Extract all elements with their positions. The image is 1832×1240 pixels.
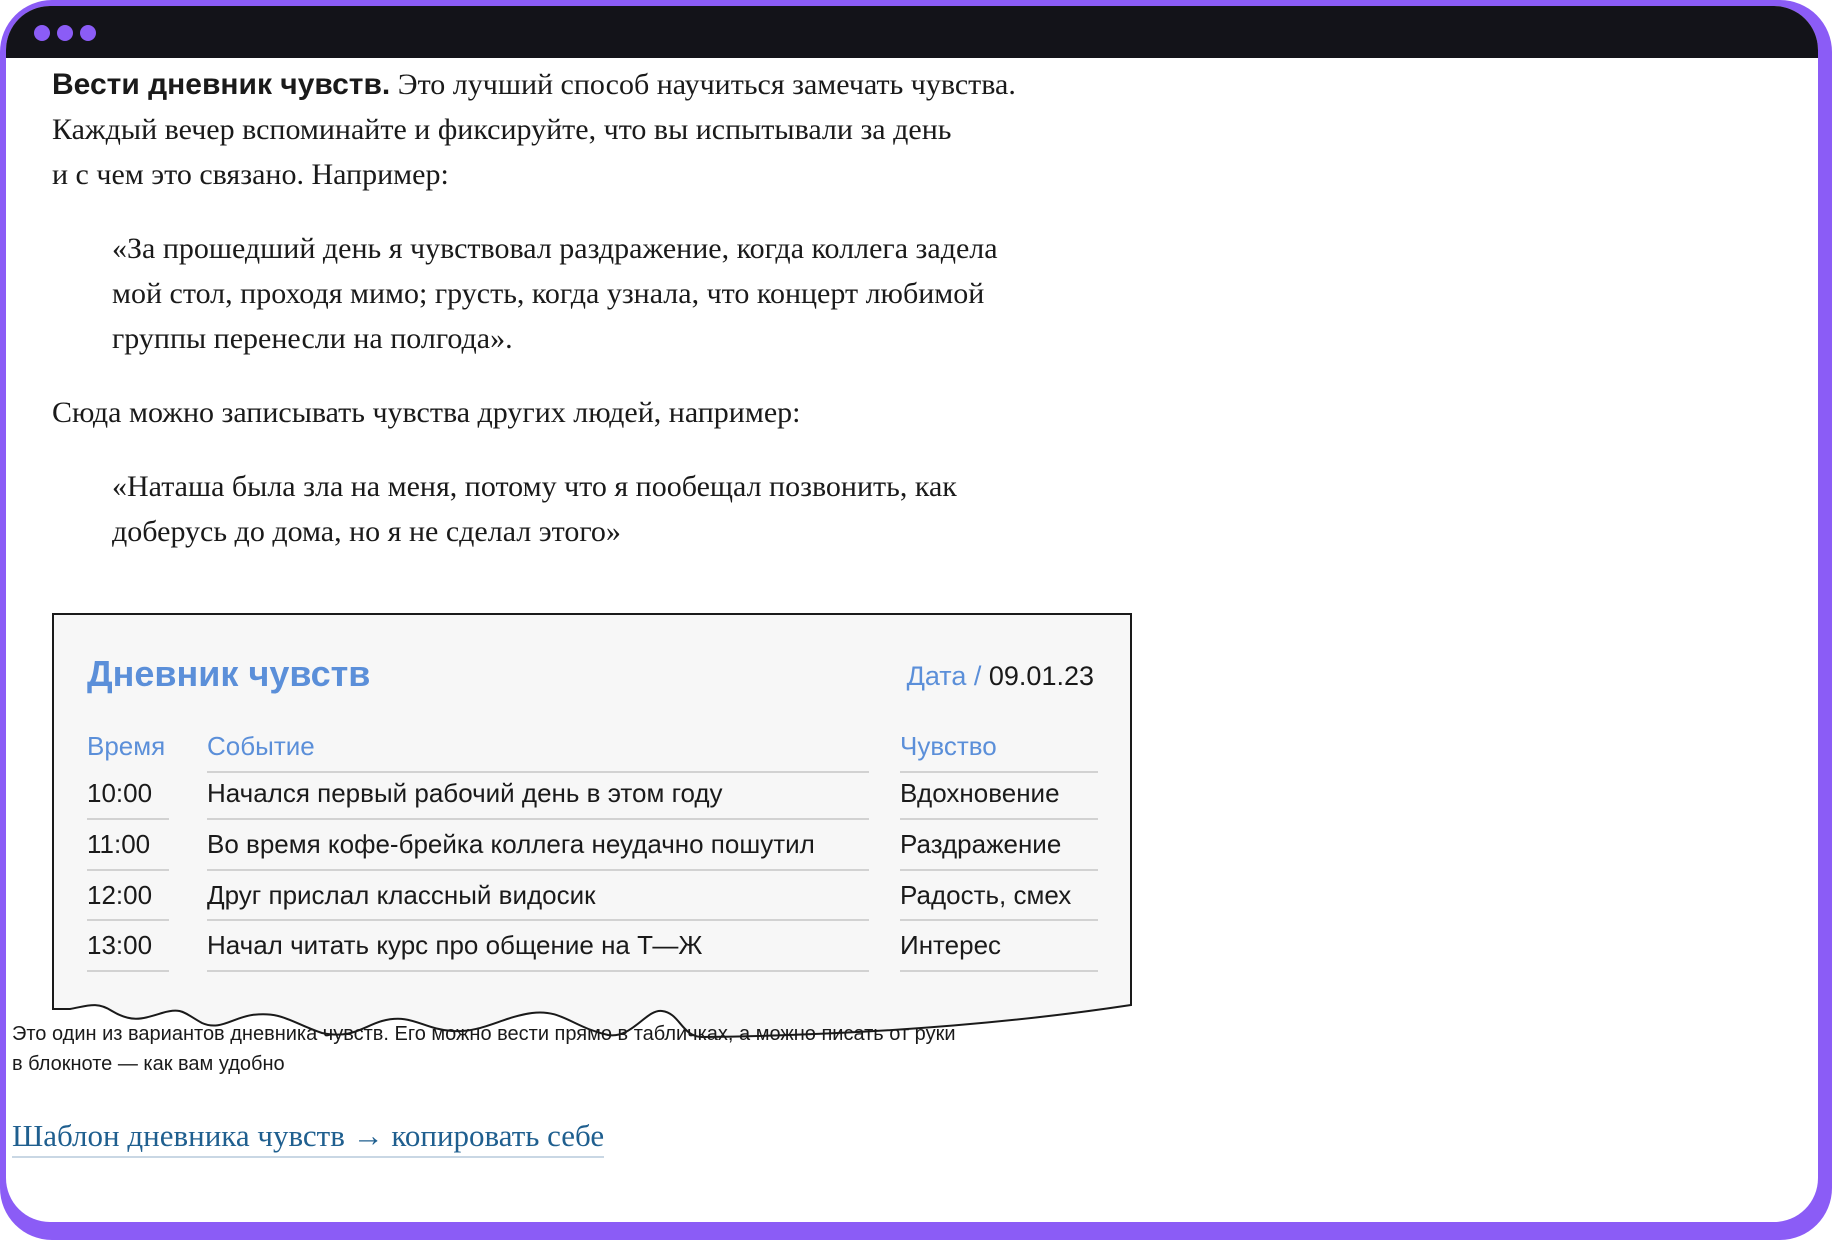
- row-divider: [900, 970, 1098, 972]
- row-divider: [900, 919, 1098, 921]
- cell-event: Во время кофе-брейка коллега неудачно по…: [207, 829, 815, 859]
- template-copy-link[interactable]: Шаблон дневника чувств → копировать себе: [12, 1118, 605, 1158]
- header-divider: [207, 771, 869, 773]
- row-divider: [87, 869, 169, 871]
- diary-title: Дневник чувств: [87, 653, 371, 694]
- window-dot-icon[interactable]: [80, 25, 96, 41]
- paragraph-lead: Вести дневник чувств.: [52, 68, 391, 101]
- window-dot-icon[interactable]: [57, 25, 73, 41]
- cell-feeling: Интерес: [900, 930, 1002, 960]
- paragraph-text: Это лучший способ научиться замечать чув…: [390, 68, 1016, 101]
- diary-date: Дата / 09.01.23: [907, 661, 1094, 692]
- browser-window: Вести дневник чувств. Это лучший способ …: [6, 6, 1818, 1222]
- row-divider: [207, 818, 869, 820]
- row-divider: [207, 919, 869, 921]
- column-header-event: Событие: [207, 731, 315, 761]
- cell-time: 10:00: [87, 778, 153, 808]
- caption-line: Это один из вариантов дневника чувств. Е…: [12, 1023, 956, 1045]
- quote-line: «За прошедший день я чувствовал раздраже…: [112, 232, 998, 265]
- cell-time: 11:00: [87, 829, 151, 859]
- window-dot-icon[interactable]: [34, 25, 50, 41]
- cell-time: 13:00: [87, 930, 153, 960]
- quote-line: «Наташа была зла на меня, потому что я п…: [112, 470, 957, 503]
- paragraph-intro: Вести дневник чувств. Это лучший способ …: [52, 62, 1102, 107]
- cell-feeling: Раздражение: [900, 829, 1062, 859]
- date-label: Дата /: [906, 661, 982, 691]
- cell-time: 12:00: [87, 880, 153, 910]
- caption-line: в блокноте — как вам удобно: [12, 1053, 285, 1075]
- cell-event: Начал читать курс про общение на Т—Ж: [207, 930, 703, 960]
- quote-line: мой стол, проходя мимо; грусть, когда уз…: [112, 277, 985, 310]
- date-value: 09.01.23: [988, 661, 1094, 691]
- image-caption: Это один из вариантов дневника чувств. Е…: [12, 1019, 1062, 1079]
- feelings-diary-card: Дневник чувств Дата / 09.01.23 Время Соб…: [52, 613, 1132, 1045]
- title-bar: [6, 6, 1818, 58]
- paragraph-line: и с чем это связано. Например:: [52, 158, 449, 191]
- row-divider: [87, 970, 169, 972]
- row-divider: [207, 869, 869, 871]
- quote-line: доберусь до дома, но я не сделал этого»: [112, 515, 621, 548]
- row-divider: [207, 970, 869, 972]
- browser-frame: Вести дневник чувств. Это лучший способ …: [0, 0, 1832, 1240]
- row-divider: [900, 818, 1098, 820]
- header-divider: [900, 771, 1098, 773]
- cell-feeling: Вдохновение: [900, 778, 1060, 808]
- cell-feeling: Радость, смех: [900, 880, 1072, 910]
- paragraph-others: Сюда можно записывать чувства других люд…: [52, 396, 801, 429]
- paragraph-line: Каждый вечер вспоминайте и фиксируйте, ч…: [52, 113, 952, 146]
- cell-event: Начался первый рабочий день в этом году: [207, 778, 723, 808]
- row-divider: [87, 818, 169, 820]
- column-header-time: Время: [87, 731, 166, 761]
- row-divider: [87, 919, 169, 921]
- quote-line: группы перенесли на полгода».: [112, 322, 513, 355]
- cell-event: Друг прислал классный видосик: [207, 880, 596, 910]
- row-divider: [900, 869, 1098, 871]
- column-header-feeling: Чувство: [900, 731, 997, 761]
